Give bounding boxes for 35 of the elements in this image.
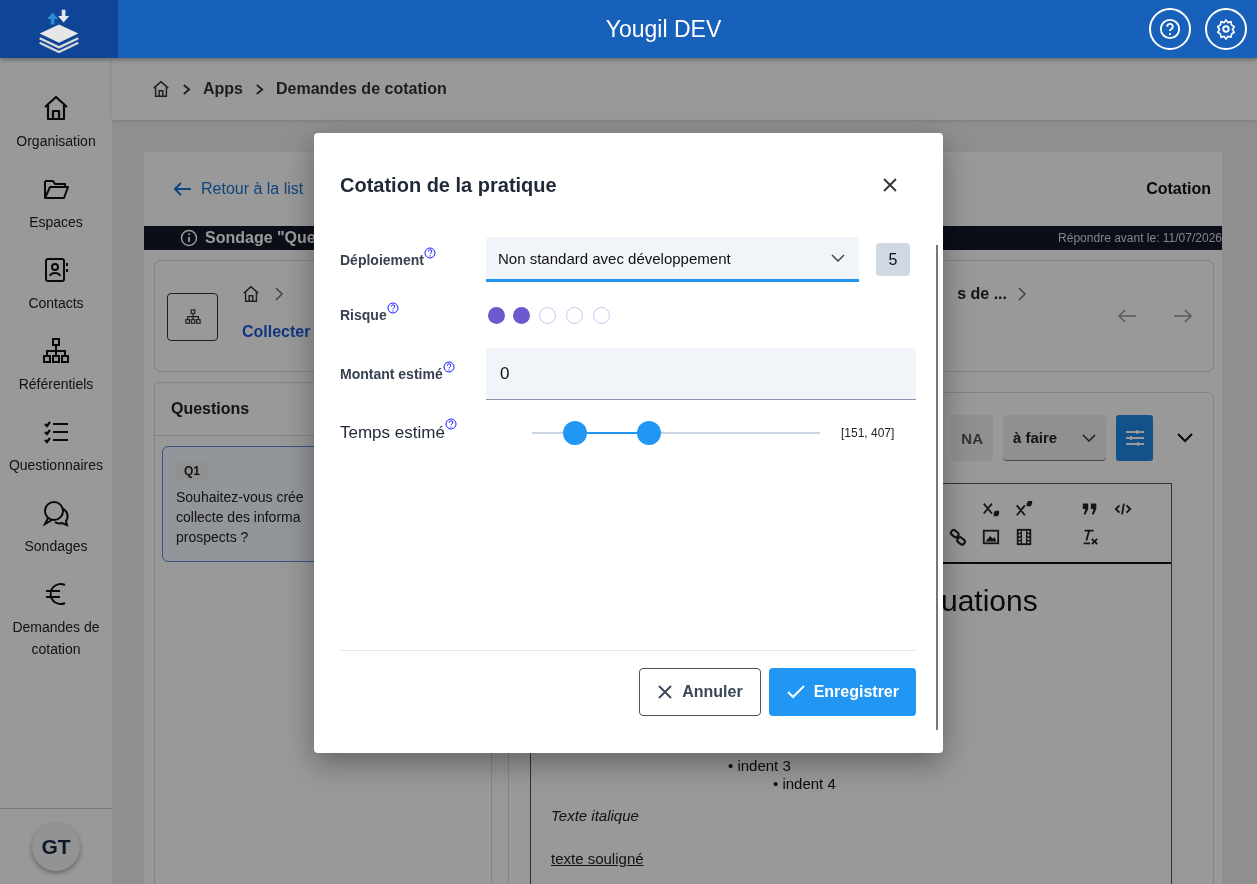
banner-text: Sondage "Que — [205, 229, 317, 247]
sidebar-item[interactable]: Questionnaires — [0, 418, 112, 476]
app-title: Yougil DEV — [604, 15, 723, 43]
breadcrumb-link[interactable]: Apps — [203, 80, 243, 98]
sidebar-item[interactable]: Référentiels — [0, 337, 112, 395]
italic-text: Texte italique — [551, 807, 640, 824]
page-title: Cotation — [1146, 180, 1211, 198]
breadcrumb-link[interactable]: Demandes de cotation — [276, 80, 447, 98]
deadline-text: Répondre avant le: 11/07/2026 — [1058, 231, 1222, 245]
cancel-button[interactable]: Annuler — [639, 668, 761, 716]
list-item: • indent 4 — [773, 775, 836, 793]
status-dropdown[interactable]: à faire — [1003, 415, 1106, 461]
amount-field[interactable]: 0 — [486, 348, 916, 400]
list-item: • indent 3 — [728, 757, 791, 775]
field-label: Risque — [340, 307, 387, 323]
deployment-dropdown[interactable]: Non standard avec développement — [486, 237, 859, 282]
user-avatar[interactable]: GT — [32, 822, 80, 871]
path-title: Collecter — [242, 323, 311, 341]
question-text: Souhaitez-vous crée collecte des informa prospects ? — [176, 488, 305, 547]
na-button[interactable]: NA — [951, 415, 993, 461]
score-badge: 5 — [876, 243, 910, 276]
sidebar-item[interactable]: Contacts — [0, 256, 112, 314]
sidebar-item[interactable]: Espaces — [0, 175, 112, 233]
sidebar-item[interactable]: Organisation — [0, 94, 112, 152]
editor-heading: uations — [940, 584, 1039, 618]
field-label: Déploiement — [340, 251, 424, 268]
underlined-text: texte souligné — [551, 850, 645, 867]
sidebar-item[interactable]: Demandes de cotation — [0, 580, 112, 660]
field-label: Montant estimé — [340, 366, 443, 382]
sidebar-item[interactable]: Sondages — [0, 499, 112, 557]
breadcrumb-link[interactable]: s de ... — [957, 285, 1007, 303]
back-link[interactable]: Retour à la list — [174, 180, 304, 198]
range-reading: [151, 407] — [841, 426, 895, 440]
dialog-title: Cotation de la pratique — [340, 173, 557, 197]
question-code: Q1 — [176, 461, 208, 481]
